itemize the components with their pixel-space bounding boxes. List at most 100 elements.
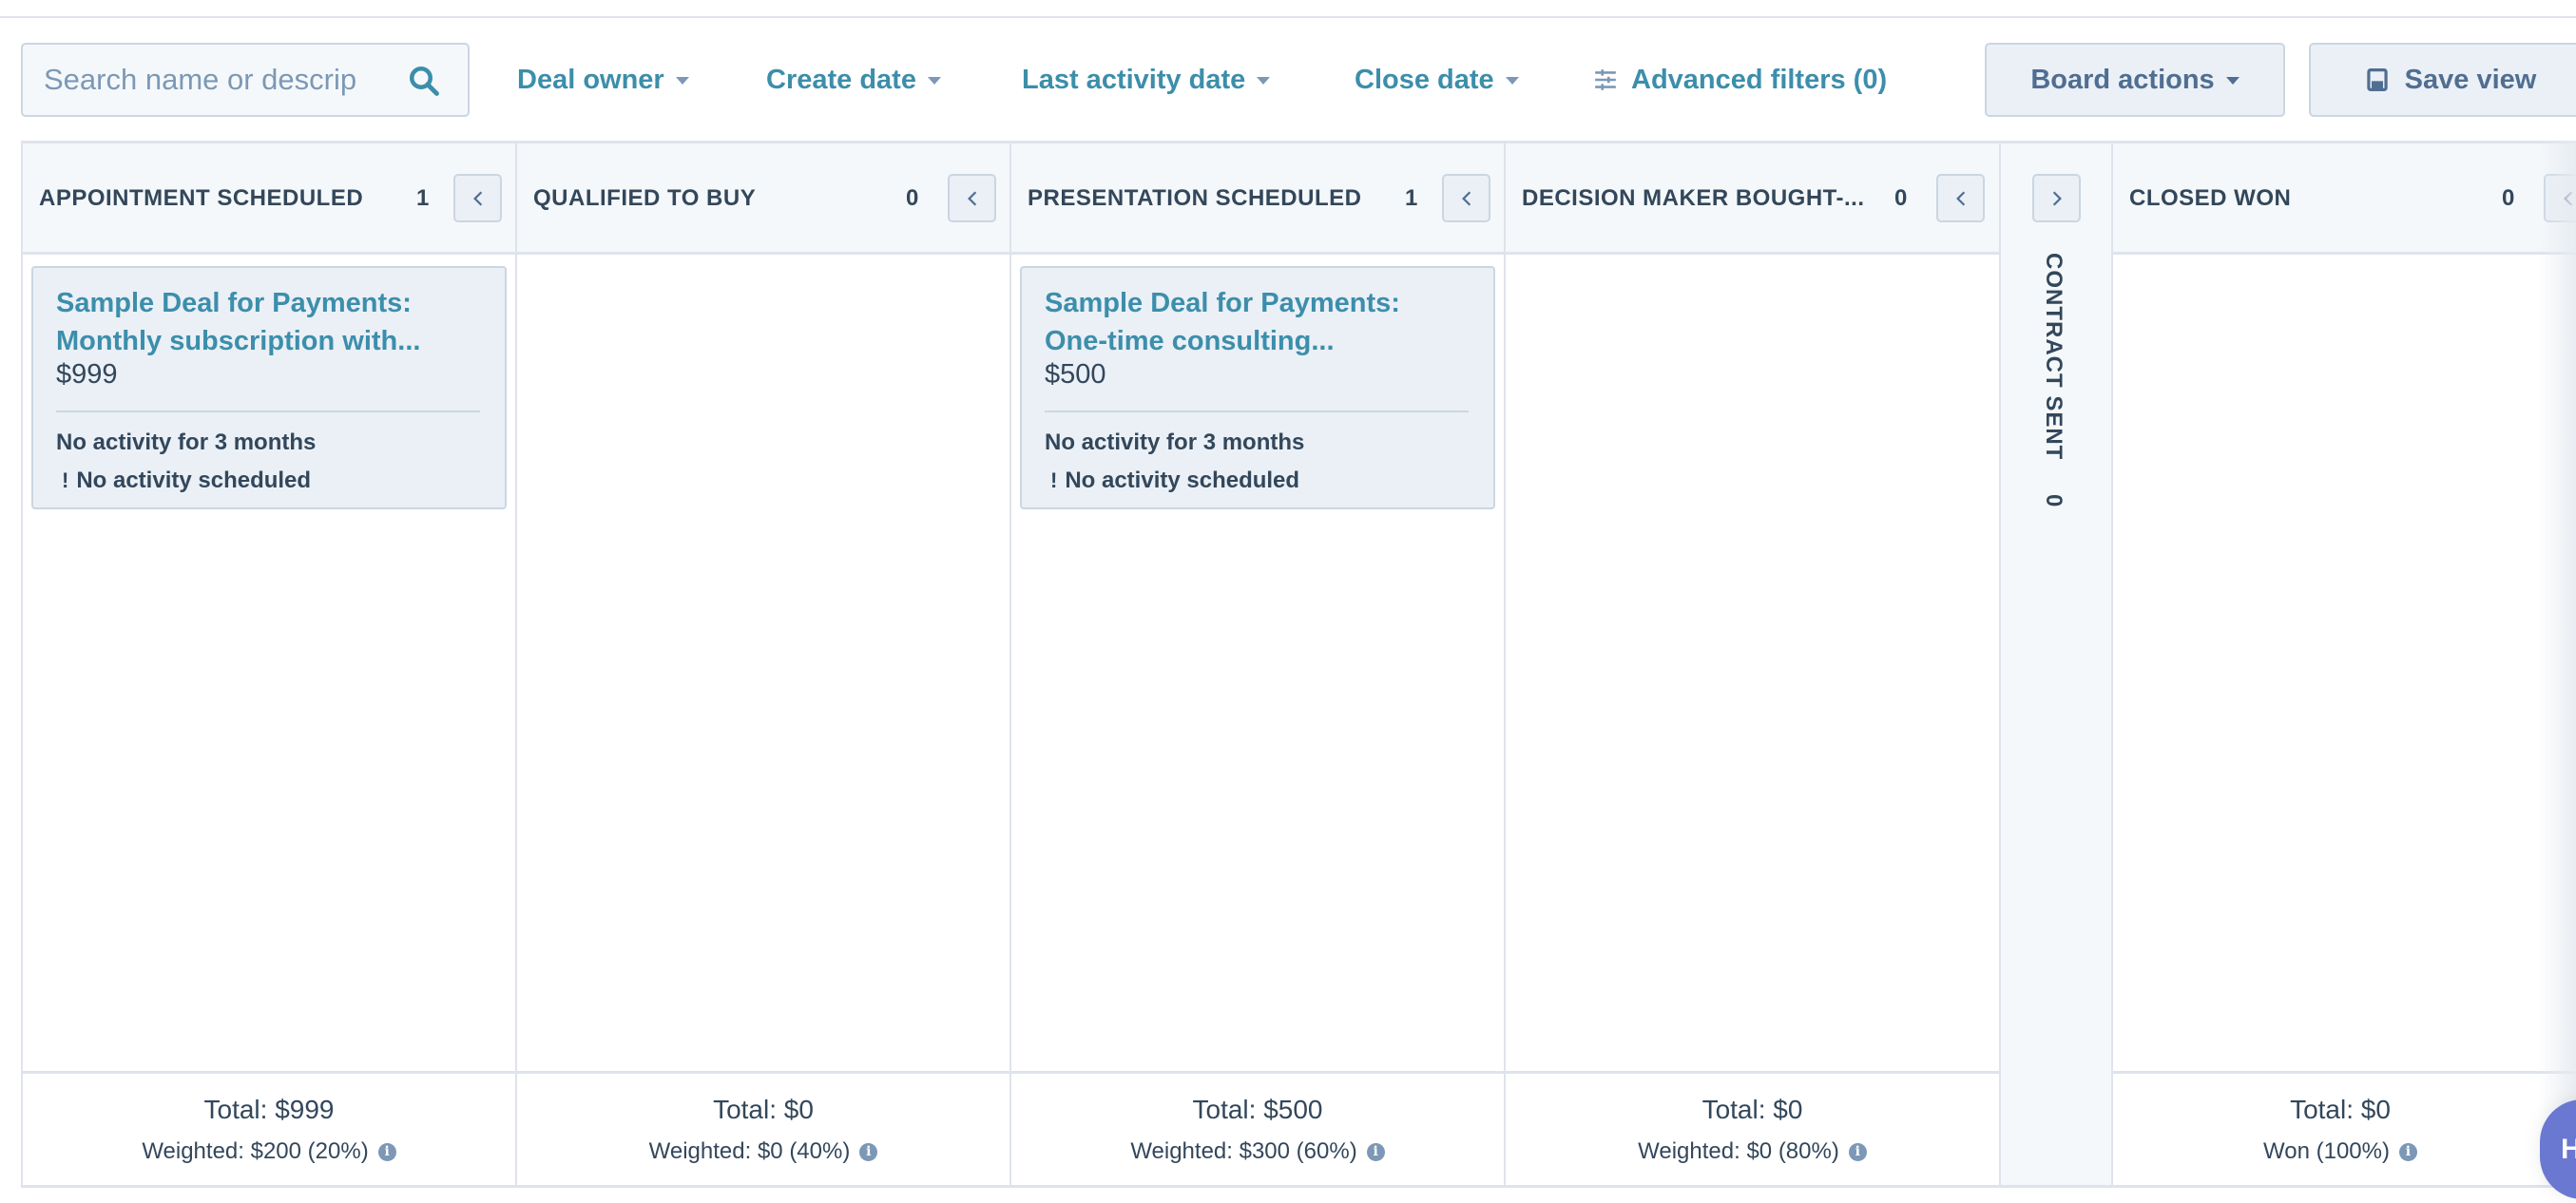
collapse-column-button[interactable] bbox=[2544, 174, 2576, 222]
filter-label: Close date bbox=[1355, 64, 1494, 95]
chevron-left-icon bbox=[2563, 190, 2572, 206]
collapsed-column-label: CONTRACT SENT 0 bbox=[2040, 253, 2067, 507]
filter-label: Last activity date bbox=[1022, 64, 1246, 95]
search-input[interactable] bbox=[23, 63, 389, 97]
column-total: Total: $0 bbox=[713, 1095, 814, 1124]
filter-last-activity-date[interactable]: Last activity date bbox=[1022, 59, 1271, 101]
column-count: 0 bbox=[906, 185, 919, 211]
column-total: Total: $0 bbox=[2290, 1095, 2391, 1124]
deal-title-link[interactable]: Sample Deal for Payments: One-time consu… bbox=[1045, 284, 1463, 360]
column-header: PRESENTATION SCHEDULED 1 bbox=[1011, 143, 1504, 255]
column-count: 0 bbox=[2502, 185, 2515, 211]
collapse-column-button[interactable] bbox=[948, 174, 996, 222]
filter-create-date[interactable]: Create date bbox=[766, 59, 941, 101]
info-icon[interactable]: i bbox=[2398, 1142, 2417, 1161]
info-icon[interactable]: i bbox=[1848, 1142, 1867, 1161]
save-view-button[interactable]: Save view bbox=[2309, 43, 2576, 117]
weighted-label: Weighted: $0 (40%) bbox=[648, 1138, 851, 1164]
info-icon[interactable]: i bbox=[859, 1142, 878, 1161]
card-divider bbox=[1045, 411, 1469, 412]
board-actions-button[interactable]: Board actions bbox=[1985, 43, 2285, 117]
deal-amount: $500 bbox=[1045, 359, 1106, 390]
deal-title-line: Sample Deal for Payments: bbox=[1045, 288, 1400, 318]
column-title: PRESENTATION SCHEDULED bbox=[1028, 185, 1362, 211]
board-actions-label: Board actions bbox=[2030, 64, 2215, 95]
column-weighted: Weighted: $300 (60%) i bbox=[1011, 1138, 1504, 1165]
caret-down-icon bbox=[1257, 77, 1271, 85]
scheduled-label: No activity scheduled bbox=[1065, 468, 1300, 493]
column-weighted: Weighted: $200 (20%) i bbox=[23, 1138, 515, 1165]
column-footer: Total: $999 Weighted: $200 (20%) i bbox=[23, 1071, 515, 1185]
advanced-filters-label: Advanced filters (0) bbox=[1631, 64, 1888, 95]
column-count: 0 bbox=[1894, 185, 1908, 211]
weighted-label: Weighted: $200 (20%) bbox=[142, 1138, 369, 1164]
deal-board: APPOINTMENT SCHEDULED 1 Sample Deal for … bbox=[21, 141, 2576, 1188]
card-divider bbox=[56, 411, 480, 412]
weighted-label: Won (100%) bbox=[2263, 1138, 2390, 1164]
filter-deal-owner[interactable]: Deal owner bbox=[517, 59, 689, 101]
column-qualified-to-buy: QUALIFIED TO BUY 0 Total: $0 Weighted: $… bbox=[517, 143, 1011, 1185]
filter-label: Deal owner bbox=[517, 64, 664, 95]
caret-down-icon bbox=[675, 77, 689, 85]
column-header: APPOINTMENT SCHEDULED 1 bbox=[23, 143, 515, 255]
column-weighted: Weighted: $0 (80%) i bbox=[1506, 1138, 1999, 1165]
search-box[interactable] bbox=[21, 43, 470, 117]
search-icon[interactable] bbox=[407, 64, 441, 98]
column-header: DECISION MAKER BOUGHT-... 0 bbox=[1506, 143, 1999, 255]
column-title: CONTRACT SENT bbox=[2041, 253, 2067, 461]
top-divider bbox=[0, 16, 2576, 18]
deal-scheduled-status: ! No activity scheduled bbox=[56, 468, 311, 494]
filter-label: Create date bbox=[766, 64, 916, 95]
chevron-left-icon bbox=[1461, 190, 1471, 206]
column-footer: Total: $0 Won (100%) i bbox=[2113, 1071, 2576, 1185]
info-icon[interactable]: i bbox=[377, 1142, 396, 1161]
deal-activity-status: No activity for 3 months bbox=[56, 430, 317, 455]
column-total: Total: $999 bbox=[203, 1095, 335, 1124]
weighted-label: Weighted: $0 (80%) bbox=[1638, 1138, 1839, 1164]
column-title: APPOINTMENT SCHEDULED bbox=[39, 185, 364, 211]
column-header: QUALIFIED TO BUY 0 bbox=[517, 143, 1009, 255]
column-weighted: Weighted: $0 (40%) i bbox=[517, 1138, 1009, 1165]
scheduled-label: No activity scheduled bbox=[76, 468, 312, 493]
deal-card[interactable]: Sample Deal for Payments: One-time consu… bbox=[1020, 266, 1495, 509]
exclamation-icon: ! bbox=[1050, 468, 1058, 492]
deal-card[interactable]: Sample Deal for Payments: Monthly subscr… bbox=[31, 266, 507, 509]
save-icon bbox=[2367, 68, 2388, 91]
column-footer: Total: $500 Weighted: $300 (60%) i bbox=[1011, 1071, 1504, 1185]
column-total: Total: $0 bbox=[1701, 1095, 1803, 1124]
help-label: H bbox=[2561, 1133, 2576, 1165]
column-header: CLOSED WON 0 bbox=[2113, 143, 2576, 255]
caret-down-icon bbox=[1505, 77, 1519, 85]
deal-scheduled-status: ! No activity scheduled bbox=[1045, 468, 1299, 494]
column-footer: Total: $0 Weighted: $0 (80%) i bbox=[1506, 1071, 1999, 1185]
sliders-icon bbox=[1595, 69, 1616, 90]
column-count: 1 bbox=[416, 185, 430, 211]
column-count: 1 bbox=[1405, 185, 1418, 211]
column-total: Total: $500 bbox=[1192, 1095, 1323, 1124]
info-icon[interactable]: i bbox=[1366, 1142, 1385, 1161]
save-view-label: Save view bbox=[2404, 64, 2537, 95]
chevron-right-icon bbox=[2052, 190, 2062, 206]
filter-close-date[interactable]: Close date bbox=[1355, 59, 1519, 101]
column-appointment-scheduled: APPOINTMENT SCHEDULED 1 Sample Deal for … bbox=[23, 143, 517, 1185]
column-closed-won: CLOSED WON 0 Total: $0 Won (100%) i bbox=[2113, 143, 2576, 1185]
collapse-column-button[interactable] bbox=[1442, 174, 1490, 222]
advanced-filters-button[interactable]: Advanced filters (0) bbox=[1593, 59, 1887, 101]
collapse-column-button[interactable] bbox=[1936, 174, 1985, 222]
column-count: 0 bbox=[2041, 494, 2067, 508]
column-presentation-scheduled: PRESENTATION SCHEDULED 1 Sample Deal for… bbox=[1011, 143, 1506, 1185]
exclamation-icon: ! bbox=[62, 468, 69, 492]
expand-column-button[interactable] bbox=[2032, 174, 2081, 222]
column-title: CLOSED WON bbox=[2129, 185, 2292, 211]
deal-title-line: Monthly subscription with... bbox=[56, 326, 421, 356]
deal-title-link[interactable]: Sample Deal for Payments: Monthly subscr… bbox=[56, 284, 474, 360]
deal-title-line: One-time consulting... bbox=[1045, 326, 1335, 356]
caret-down-icon bbox=[927, 77, 941, 85]
column-title: QUALIFIED TO BUY bbox=[533, 185, 757, 211]
deal-amount: $999 bbox=[56, 359, 118, 390]
column-footer: Total: $0 Weighted: $0 (40%) i bbox=[517, 1071, 1009, 1185]
collapse-column-button[interactable] bbox=[453, 174, 502, 222]
chevron-left-icon bbox=[967, 190, 976, 206]
column-title: DECISION MAKER BOUGHT-... bbox=[1522, 185, 1865, 211]
chevron-left-icon bbox=[472, 190, 482, 206]
